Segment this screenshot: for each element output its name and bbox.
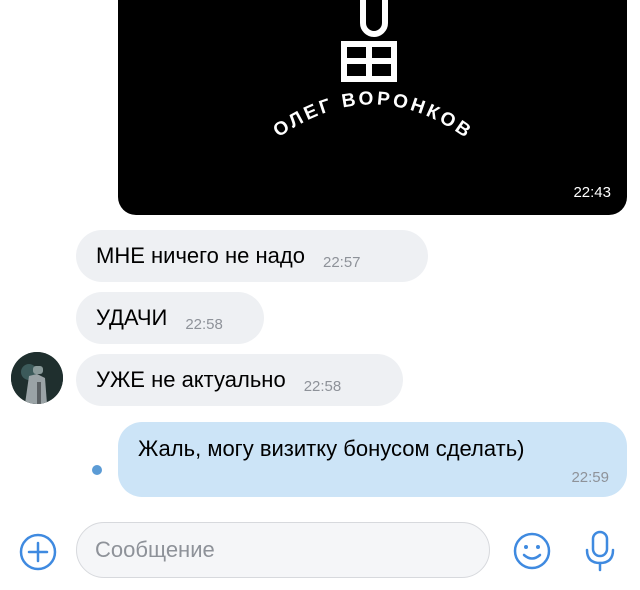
incoming-message[interactable]: УЖЕ не актуально 22:58 <box>76 354 403 406</box>
outgoing-message[interactable]: Жаль, могу визитку бонусом сделать) 22:5… <box>118 422 627 497</box>
sender-avatar[interactable] <box>11 352 63 404</box>
message-time: 22:57 <box>322 253 361 271</box>
incoming-message[interactable]: УДАЧИ 22:58 <box>76 292 264 344</box>
attach-button[interactable] <box>18 532 58 572</box>
brand-logo-image: ОЛЕГ ВОРОНКОВ <box>270 0 477 144</box>
message-text: УЖЕ не актуально <box>96 367 286 392</box>
chat-history: ОЛЕГ ВОРОНКОВ 22:43 МНЕ ничего не надо 2… <box>0 0 640 510</box>
message-text: Жаль, могу визитку бонусом сделать) <box>138 436 525 461</box>
message-input[interactable] <box>76 522 490 578</box>
message-text: УДАЧИ <box>96 305 168 330</box>
incoming-message[interactable]: МНЕ ничего не надо 22:57 <box>76 230 428 282</box>
voice-message-button[interactable] <box>580 528 620 574</box>
avatar-photo-icon <box>11 352 63 404</box>
svg-text:ОЛЕГ ВОРОНКОВ: ОЛЕГ ВОРОНКОВ <box>270 88 477 143</box>
image-message[interactable]: ОЛЕГ ВОРОНКОВ 22:43 <box>118 0 627 215</box>
message-time: 22:43 <box>573 184 611 201</box>
microphone-icon <box>585 530 615 572</box>
message-time: 22:58 <box>185 315 223 333</box>
message-text: МНЕ ничего не надо <box>96 243 305 268</box>
message-time: 22:59 <box>571 469 609 486</box>
brand-name: ОЛЕГ ВОРОНКОВ <box>270 88 474 143</box>
emoji-button[interactable] <box>512 531 552 571</box>
plus-circle-icon <box>19 533 57 571</box>
unread-indicator <box>92 465 102 475</box>
message-composer <box>0 510 640 590</box>
smiley-icon <box>513 532 551 570</box>
message-time: 22:58 <box>303 377 342 395</box>
